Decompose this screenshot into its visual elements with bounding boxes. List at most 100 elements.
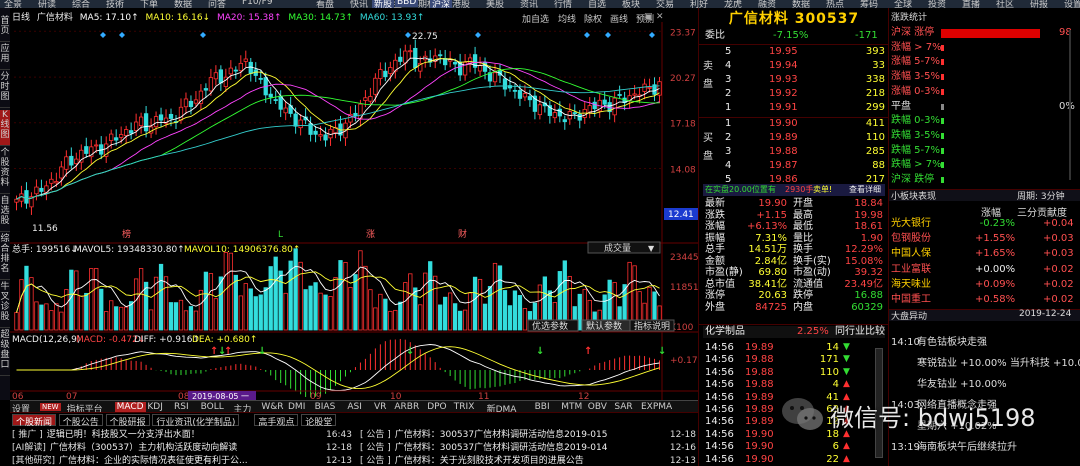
indicator-tab[interactable]: ASI bbox=[347, 402, 362, 412]
indicator-tab[interactable]: NEW bbox=[40, 403, 61, 411]
news-row[interactable]: [其他研究] 广信材料：企业的实际情况表征使更有利于公... 12-13 bbox=[12, 455, 352, 466]
toolbar-item[interactable]: 看盘 bbox=[316, 0, 334, 8]
news-headline[interactable]: 广信材料：关于光刻胶技术开发项目的进展公告 bbox=[395, 456, 584, 466]
toolbar-item[interactable]: 投资 bbox=[928, 0, 946, 8]
news-tab[interactable]: 高手观点 bbox=[254, 414, 299, 428]
toolbar-item[interactable]: 设置 bbox=[1064, 0, 1080, 8]
toolbar-item[interactable]: F10/F9 bbox=[242, 0, 273, 7]
sector-stock-row[interactable]: 工业富联 +0.00% +0.02 bbox=[889, 263, 1080, 277]
news-tab[interactable]: 论股堂 bbox=[301, 414, 337, 428]
toolbar-item[interactable]: 全球 bbox=[894, 0, 912, 8]
news-headline[interactable]: 广信材料（300537）主力机构活跃度动向解读 bbox=[50, 443, 237, 453]
news-tab[interactable]: 行业资讯(化学制品) bbox=[152, 414, 240, 428]
news-row[interactable]: [ 推广 ] 逻辑已明！科技股又一分支浮出水面！ 16:43 bbox=[12, 429, 352, 442]
toolbar-item[interactable]: 技術 bbox=[106, 0, 124, 8]
toolbar-highlight[interactable]: 新股 bbox=[372, 0, 395, 8]
sector-stock-row[interactable]: 中国重工 +0.58% +0.02 bbox=[889, 293, 1080, 307]
volume-bar bbox=[24, 265, 29, 331]
stock-name[interactable]: 海天味业 bbox=[891, 278, 931, 292]
toolbar-item[interactable]: 研报 bbox=[1030, 0, 1048, 8]
news-tab[interactable]: 个股研报 bbox=[105, 414, 150, 428]
sidebar-item[interactable]: 牛叉诊股 bbox=[0, 282, 10, 328]
indicator-tab[interactable]: OBV bbox=[588, 402, 607, 412]
toolbar-highlight[interactable]: 沪深 bbox=[430, 0, 453, 8]
sidebar-item[interactable]: 首页 bbox=[0, 16, 10, 42]
indicator-tab[interactable]: MACD bbox=[114, 402, 146, 412]
announcement-row[interactable]: [ 公告 ] 广信材料：300537广信材料调研活动信息2019-015 12-18 bbox=[360, 429, 696, 442]
toolbar-item[interactable]: 自选 bbox=[588, 0, 606, 8]
market-alert-row[interactable]: 14:10 有色钴板块走强 bbox=[889, 336, 1080, 350]
sector-stock-row[interactable]: 光大银行 -0.23% +0.04 bbox=[889, 217, 1080, 231]
sidebar-item[interactable]: K线图 bbox=[0, 110, 10, 146]
toolbar-item[interactable]: 融资 bbox=[758, 0, 776, 8]
sidebar-item[interactable]: 应用 bbox=[0, 44, 10, 70]
tick-volume: 4 bbox=[832, 379, 839, 391]
toolbar-item[interactable]: 下单 bbox=[140, 0, 158, 8]
toolbar-item[interactable]: 快讯 bbox=[350, 0, 368, 8]
toolbar-item[interactable]: 直播 bbox=[962, 0, 980, 8]
sidebar-item[interactable]: 个股资料 bbox=[0, 148, 10, 194]
toolbar-item[interactable]: 全景 bbox=[4, 0, 22, 8]
sector-stock-row[interactable]: 海天味业 +0.09% +0.02 bbox=[889, 278, 1080, 292]
announcement-row[interactable]: [ 公告 ] 广信材料：300537广信材料调研活动信息2019-014 12-16 bbox=[360, 442, 696, 455]
indicator-tab[interactable]: ARBR bbox=[394, 402, 419, 412]
toolbar-item[interactable]: 数据 bbox=[792, 0, 810, 8]
toolbar-item[interactable]: 板块 bbox=[622, 0, 640, 8]
indicator-tab[interactable]: BBI bbox=[535, 402, 550, 412]
news-tab[interactable]: 个股公告 bbox=[58, 414, 103, 428]
market-alert-row[interactable]: 华友钴业 +10.00% bbox=[889, 378, 1080, 392]
indicator-tab[interactable]: W&R bbox=[261, 402, 283, 412]
toolbar-item[interactable]: 综合 bbox=[72, 0, 90, 8]
indicator-tab[interactable]: BIAS bbox=[315, 402, 336, 412]
sidebar-item[interactable]: 分时图 bbox=[0, 72, 10, 108]
toolbar-item[interactable]: 美股 bbox=[486, 0, 504, 8]
indicator-tab[interactable]: DPO bbox=[427, 402, 446, 412]
toolbar-item[interactable]: 交易 bbox=[656, 0, 674, 8]
news-tab[interactable]: 个股新闻 bbox=[12, 414, 57, 428]
market-alert-row[interactable]: 13:19 海南板块午后继续拉升 bbox=[889, 441, 1080, 455]
stock-name[interactable]: 包钢股份 bbox=[891, 232, 931, 246]
rise-fall-bar bbox=[941, 74, 944, 81]
toolbar-item[interactable]: 数据 bbox=[174, 0, 192, 8]
news-headline[interactable]: 广信材料：300537广信材料调研活动信息2019-015 bbox=[395, 430, 608, 440]
indicator-tab[interactable]: DMI bbox=[288, 402, 305, 412]
announcement-row[interactable]: [ 公告 ] 广信材料：关于光刻胶技术开发项目的进展公告 12-13 bbox=[360, 455, 696, 466]
indicator-tab[interactable]: EXPMA bbox=[641, 402, 672, 412]
indicator-tab[interactable]: KDJ bbox=[147, 402, 163, 412]
sidebar-item[interactable]: 综合排名 bbox=[0, 234, 10, 280]
toolbar-item[interactable]: 研读 bbox=[38, 0, 56, 8]
toolbar-item[interactable]: 资讯 bbox=[520, 0, 538, 8]
stock-name[interactable]: 工业富联 bbox=[891, 263, 931, 277]
stock-name[interactable]: 中国重工 bbox=[891, 293, 931, 307]
sector-stock-row[interactable]: 包钢股份 +1.55% +0.03 bbox=[889, 232, 1080, 246]
toolbar-item[interactable]: 热点 bbox=[826, 0, 844, 8]
indicator-tab[interactable]: RSI bbox=[174, 402, 189, 412]
indicator-tab[interactable]: VR bbox=[374, 402, 386, 412]
stock-name[interactable]: 中国人保 bbox=[891, 247, 931, 261]
indicator-tab[interactable]: TRIX bbox=[454, 402, 475, 412]
toolbar-item[interactable]: 利好 bbox=[690, 0, 708, 8]
news-row[interactable]: [AI解读] 广信材料（300537）主力机构活跃度动向解读 12-18 bbox=[12, 442, 352, 455]
toolbar-item[interactable]: 行情 bbox=[554, 0, 572, 8]
news-headline[interactable]: 广信材料：企业的实际情况表征使更有利于公... bbox=[59, 456, 248, 466]
news-headline[interactable]: 广信材料：300537广信材料调研活动信息2019-014 bbox=[395, 443, 608, 453]
indicator-tab[interactable]: SAR bbox=[614, 402, 632, 412]
indicator-tab[interactable]: MTM bbox=[561, 402, 582, 412]
stock-name[interactable]: 光大银行 bbox=[891, 217, 931, 231]
date-tick: 08 bbox=[178, 392, 190, 400]
period-select[interactable]: 周期: 3分钟 bbox=[1017, 189, 1065, 202]
toolbar-item[interactable]: 筹码 bbox=[860, 0, 878, 8]
news-headline[interactable]: 逻辑已明！科技股又一分支浮出水面！ bbox=[47, 430, 200, 440]
tick-time: 14:56 bbox=[705, 428, 734, 440]
toolbar-item[interactable]: 港股 bbox=[452, 0, 470, 8]
toolbar-item[interactable]: 社区 bbox=[996, 0, 1014, 8]
alert-time: 13:19 bbox=[891, 442, 920, 453]
toolbar-item[interactable]: 问答 bbox=[208, 0, 226, 8]
sector-stock-row[interactable]: 中国人保 +1.65% +0.03 bbox=[889, 247, 1080, 261]
sidebar-item[interactable]: 自选股 bbox=[0, 196, 10, 232]
toolbar-item[interactable]: 龙虎 bbox=[724, 0, 742, 8]
sidebar-item[interactable]: 超级盘口 bbox=[0, 330, 10, 376]
indicator-tab[interactable]: BOLL bbox=[201, 402, 224, 412]
market-alert-row[interactable]: 寒锐钴业 +10.00% 当升科技 +10.02% bbox=[889, 357, 1080, 371]
toolbar-highlight[interactable]: BBD bbox=[395, 0, 419, 7]
